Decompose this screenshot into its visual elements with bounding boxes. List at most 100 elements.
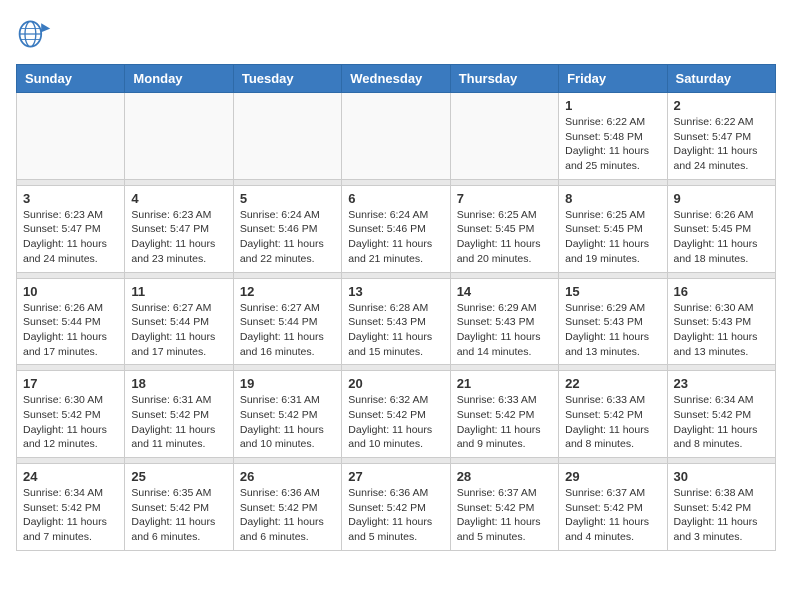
calendar-day-cell: 17Sunrise: 6:30 AM Sunset: 5:42 PM Dayli…	[17, 371, 125, 458]
day-info: Sunrise: 6:38 AM Sunset: 5:42 PM Dayligh…	[674, 486, 769, 545]
calendar-day-cell: 20Sunrise: 6:32 AM Sunset: 5:42 PM Dayli…	[342, 371, 450, 458]
day-info: Sunrise: 6:34 AM Sunset: 5:42 PM Dayligh…	[674, 393, 769, 452]
calendar-day-cell: 27 Sunrise: 6:36 AM Sunset: 5:42 PM Dayli…	[342, 464, 450, 551]
day-number: 15	[565, 284, 660, 299]
day-number: 8	[565, 191, 660, 206]
day-info: Sunrise: 6:23 AM Sunset: 5:47 PM Dayligh…	[23, 208, 118, 267]
calendar-day-cell	[450, 93, 558, 180]
calendar-day-cell: 28 Sunrise: 6:37 AM Sunset: 5:42 PM Dayli…	[450, 464, 558, 551]
day-info: Sunrise: 6:29 AM Sunset: 5:43 PM Dayligh…	[565, 301, 660, 360]
day-number: 14	[457, 284, 552, 299]
day-info: Sunrise: 6:37 AM Sunset: 5:42 PM Dayligh…	[565, 486, 660, 545]
day-info: Sunrise: 6:34 AM Sunset: 5:42 PM Dayligh…	[23, 486, 118, 545]
day-of-week-header: Wednesday	[342, 65, 450, 93]
day-number: 9	[674, 191, 769, 206]
calendar-day-cell: 25 Sunrise: 6:35 AM Sunset: 5:42 PM Dayli…	[125, 464, 233, 551]
calendar-day-cell: 26 Sunrise: 6:36 AM Sunset: 5:42 PM Dayli…	[233, 464, 341, 551]
day-number: 19	[240, 376, 335, 391]
day-number: 25	[131, 469, 226, 484]
calendar-week-row: 3 Sunrise: 6:23 AM Sunset: 5:47 PM Daylig…	[17, 185, 776, 272]
calendar-header-row: SundayMondayTuesdayWednesdayThursdayFrid…	[17, 65, 776, 93]
day-info: Sunrise: 6:28 AM Sunset: 5:43 PM Dayligh…	[348, 301, 443, 360]
calendar-day-cell	[233, 93, 341, 180]
calendar-day-cell: 14 Sunrise: 6:29 AM Sunset: 5:43 PM Dayli…	[450, 278, 558, 365]
day-info: Sunrise: 6:36 AM Sunset: 5:42 PM Dayligh…	[240, 486, 335, 545]
day-info: Sunrise: 6:33 AM Sunset: 5:42 PM Dayligh…	[565, 393, 660, 452]
calendar-week-row: 24 Sunrise: 6:34 AM Sunset: 5:42 PM Dayli…	[17, 464, 776, 551]
day-number: 21	[457, 376, 552, 391]
calendar-day-cell	[17, 93, 125, 180]
calendar-day-cell: 10 Sunrise: 6:26 AM Sunset: 5:44 PM Dayli…	[17, 278, 125, 365]
day-info: Sunrise: 6:32 AM Sunset: 5:42 PM Dayligh…	[348, 393, 443, 452]
calendar-day-cell: 21 Sunrise: 6:33 AM Sunset: 5:42 PM Dayli…	[450, 371, 558, 458]
day-number: 5	[240, 191, 335, 206]
calendar-week-row: 1 Sunrise: 6:22 AM Sunset: 5:48 PM Daylig…	[17, 93, 776, 180]
calendar-day-cell: 8 Sunrise: 6:25 AM Sunset: 5:45 PM Daylig…	[559, 185, 667, 272]
calendar-day-cell: 23 Sunrise: 6:34 AM Sunset: 5:42 PM Dayli…	[667, 371, 775, 458]
day-info: Sunrise: 6:24 AM Sunset: 5:46 PM Dayligh…	[348, 208, 443, 267]
day-info: Sunrise: 6:35 AM Sunset: 5:42 PM Dayligh…	[131, 486, 226, 545]
calendar-day-cell	[342, 93, 450, 180]
day-info: Sunrise: 6:26 AM Sunset: 5:44 PM Dayligh…	[23, 301, 118, 360]
calendar-day-cell: 18 Sunrise: 6:31 AM Sunset: 5:42 PM Dayli…	[125, 371, 233, 458]
day-number: 27	[348, 469, 443, 484]
day-number: 10	[23, 284, 118, 299]
day-of-week-header: Thursday	[450, 65, 558, 93]
calendar: SundayMondayTuesdayWednesdayThursdayFrid…	[16, 64, 776, 551]
calendar-day-cell: 16Sunrise: 6:30 AM Sunset: 5:43 PM Dayli…	[667, 278, 775, 365]
day-number: 13	[348, 284, 443, 299]
day-number: 3	[23, 191, 118, 206]
calendar-day-cell: 7 Sunrise: 6:25 AM Sunset: 5:45 PM Daylig…	[450, 185, 558, 272]
calendar-day-cell: 5 Sunrise: 6:24 AM Sunset: 5:46 PM Daylig…	[233, 185, 341, 272]
calendar-day-cell: 19 Sunrise: 6:31 AM Sunset: 5:42 PM Dayli…	[233, 371, 341, 458]
day-info: Sunrise: 6:23 AM Sunset: 5:47 PM Dayligh…	[131, 208, 226, 267]
day-number: 1	[565, 98, 660, 113]
day-number: 28	[457, 469, 552, 484]
day-number: 18	[131, 376, 226, 391]
day-of-week-header: Saturday	[667, 65, 775, 93]
day-number: 24	[23, 469, 118, 484]
day-number: 12	[240, 284, 335, 299]
day-info: Sunrise: 6:24 AM Sunset: 5:46 PM Dayligh…	[240, 208, 335, 267]
day-info: Sunrise: 6:31 AM Sunset: 5:42 PM Dayligh…	[131, 393, 226, 452]
day-info: Sunrise: 6:31 AM Sunset: 5:42 PM Dayligh…	[240, 393, 335, 452]
calendar-day-cell: 22Sunrise: 6:33 AM Sunset: 5:42 PM Dayli…	[559, 371, 667, 458]
calendar-day-cell: 4 Sunrise: 6:23 AM Sunset: 5:47 PM Daylig…	[125, 185, 233, 272]
day-number: 6	[348, 191, 443, 206]
page-header	[16, 16, 776, 52]
day-number: 7	[457, 191, 552, 206]
calendar-week-row: 10 Sunrise: 6:26 AM Sunset: 5:44 PM Dayli…	[17, 278, 776, 365]
day-number: 26	[240, 469, 335, 484]
day-info: Sunrise: 6:30 AM Sunset: 5:42 PM Dayligh…	[23, 393, 118, 452]
day-info: Sunrise: 6:25 AM Sunset: 5:45 PM Dayligh…	[457, 208, 552, 267]
day-info: Sunrise: 6:33 AM Sunset: 5:42 PM Dayligh…	[457, 393, 552, 452]
calendar-day-cell: 2Sunrise: 6:22 AM Sunset: 5:47 PM Daylig…	[667, 93, 775, 180]
day-number: 11	[131, 284, 226, 299]
day-info: Sunrise: 6:27 AM Sunset: 5:44 PM Dayligh…	[131, 301, 226, 360]
calendar-day-cell: 13 Sunrise: 6:28 AM Sunset: 5:43 PM Dayli…	[342, 278, 450, 365]
calendar-week-row: 17Sunrise: 6:30 AM Sunset: 5:42 PM Dayli…	[17, 371, 776, 458]
calendar-day-cell	[125, 93, 233, 180]
logo	[16, 16, 58, 52]
calendar-day-cell: 11 Sunrise: 6:27 AM Sunset: 5:44 PM Dayli…	[125, 278, 233, 365]
day-info: Sunrise: 6:22 AM Sunset: 5:48 PM Dayligh…	[565, 115, 660, 174]
calendar-day-cell: 12 Sunrise: 6:27 AM Sunset: 5:44 PM Dayli…	[233, 278, 341, 365]
calendar-day-cell: 9Sunrise: 6:26 AM Sunset: 5:45 PM Daylig…	[667, 185, 775, 272]
calendar-day-cell: 3 Sunrise: 6:23 AM Sunset: 5:47 PM Daylig…	[17, 185, 125, 272]
day-info: Sunrise: 6:25 AM Sunset: 5:45 PM Dayligh…	[565, 208, 660, 267]
day-of-week-header: Friday	[559, 65, 667, 93]
day-info: Sunrise: 6:36 AM Sunset: 5:42 PM Dayligh…	[348, 486, 443, 545]
calendar-day-cell: 30 Sunrise: 6:38 AM Sunset: 5:42 PM Dayli…	[667, 464, 775, 551]
calendar-day-cell: 29Sunrise: 6:37 AM Sunset: 5:42 PM Dayli…	[559, 464, 667, 551]
day-info: Sunrise: 6:29 AM Sunset: 5:43 PM Dayligh…	[457, 301, 552, 360]
day-number: 23	[674, 376, 769, 391]
day-number: 30	[674, 469, 769, 484]
day-number: 4	[131, 191, 226, 206]
calendar-day-cell: 24 Sunrise: 6:34 AM Sunset: 5:42 PM Dayli…	[17, 464, 125, 551]
calendar-day-cell: 6 Sunrise: 6:24 AM Sunset: 5:46 PM Daylig…	[342, 185, 450, 272]
day-info: Sunrise: 6:30 AM Sunset: 5:43 PM Dayligh…	[674, 301, 769, 360]
day-number: 2	[674, 98, 769, 113]
day-info: Sunrise: 6:37 AM Sunset: 5:42 PM Dayligh…	[457, 486, 552, 545]
day-of-week-header: Tuesday	[233, 65, 341, 93]
day-info: Sunrise: 6:27 AM Sunset: 5:44 PM Dayligh…	[240, 301, 335, 360]
